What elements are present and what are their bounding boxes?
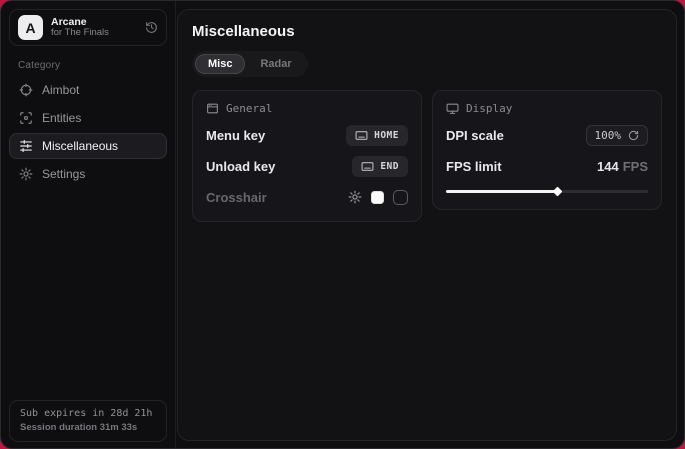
slider-thumb[interactable] — [553, 187, 563, 197]
crosshair-label: Crosshair — [206, 190, 267, 205]
sidebar-nav: Aimbot Entities Miscellaneous Settings — [1, 77, 175, 187]
unload-key-label: Unload key — [206, 159, 275, 174]
menu-key-label: Menu key — [206, 128, 265, 143]
dpi-scale-label: DPI scale — [446, 128, 504, 143]
app-title-block: Arcane for The Finals — [51, 16, 137, 39]
cycle-icon — [628, 130, 639, 141]
general-panel-title: General — [226, 102, 272, 115]
sub-expiry-text: Sub expires in 28d 21h — [20, 408, 156, 419]
keyboard-icon — [355, 129, 368, 142]
sidebar-header: A Arcane for The Finals — [9, 9, 167, 46]
history-icon[interactable] — [145, 21, 158, 34]
app-window: A Arcane for The Finals Category Aimbot — [0, 0, 685, 449]
display-panel: Display DPI scale 100% FPS limit 144 FPS — [432, 90, 662, 210]
subscription-info-box: Sub expires in 28d 21h Session duration … — [9, 400, 167, 442]
tab-bar: Misc Radar — [192, 51, 308, 77]
crosshair-row: Crosshair — [206, 186, 408, 208]
display-panel-header: Display — [446, 102, 648, 115]
sidebar-item-label: Aimbot — [42, 83, 79, 97]
menu-key-row: Menu key HOME — [206, 124, 408, 146]
sidebar-item-label: Entities — [42, 111, 81, 125]
sidebar-item-aimbot[interactable]: Aimbot — [9, 77, 167, 103]
fps-limit-label: FPS limit — [446, 159, 502, 174]
tab-misc[interactable]: Misc — [195, 54, 245, 74]
tab-radar[interactable]: Radar — [247, 54, 304, 74]
dpi-scale-row: DPI scale 100% — [446, 124, 648, 146]
fps-limit-value: 144 — [597, 159, 619, 174]
fps-limit-value-wrap: 144 FPS — [597, 159, 648, 174]
slider-fill — [446, 190, 557, 193]
menu-key-value: HOME — [374, 130, 399, 141]
sidebar-item-settings[interactable]: Settings — [9, 161, 167, 187]
display-panel-title: Display — [466, 102, 512, 115]
fps-limit-row: FPS limit 144 FPS — [446, 155, 648, 177]
keyboard-icon — [361, 160, 374, 173]
crosshair-settings-gear-icon[interactable] — [348, 190, 362, 204]
unload-key-bind-button[interactable]: END — [352, 156, 408, 177]
sidebar: A Arcane for The Finals Category Aimbot — [1, 1, 176, 448]
sidebar-item-label: Miscellaneous — [42, 139, 118, 153]
app-subtitle: for The Finals — [51, 28, 137, 39]
gear-icon — [19, 167, 33, 181]
monitor-icon — [446, 102, 459, 115]
menu-key-bind-button[interactable]: HOME — [346, 125, 408, 146]
fps-limit-slider[interactable] — [446, 187, 648, 196]
crosshair-enabled-checkbox[interactable] — [393, 190, 408, 205]
unload-key-value: END — [380, 161, 399, 172]
scan-icon — [19, 111, 33, 125]
session-duration-text: Session duration 31m 33s — [20, 422, 156, 433]
dpi-scale-value: 100% — [595, 129, 622, 142]
sidebar-item-label: Settings — [42, 167, 85, 181]
crosshair-icon — [19, 83, 33, 97]
sliders-icon — [19, 139, 33, 153]
panels-row: General Menu key HOME Unload key — [192, 90, 662, 222]
page-title: Miscellaneous — [192, 23, 662, 40]
category-label: Category — [18, 60, 175, 71]
sidebar-item-miscellaneous[interactable]: Miscellaneous — [9, 133, 167, 159]
fps-limit-unit: FPS — [623, 159, 648, 174]
app-window-icon — [206, 102, 219, 115]
dpi-scale-selector[interactable]: 100% — [586, 125, 649, 146]
app-logo: A — [18, 15, 43, 40]
sidebar-item-entities[interactable]: Entities — [9, 105, 167, 131]
crosshair-controls — [348, 190, 408, 205]
unload-key-row: Unload key END — [206, 155, 408, 177]
general-panel-header: General — [206, 102, 408, 115]
general-panel: General Menu key HOME Unload key — [192, 90, 422, 222]
main-content: Miscellaneous Misc Radar General Menu ke… — [177, 9, 677, 441]
crosshair-color-swatch[interactable] — [371, 191, 384, 204]
